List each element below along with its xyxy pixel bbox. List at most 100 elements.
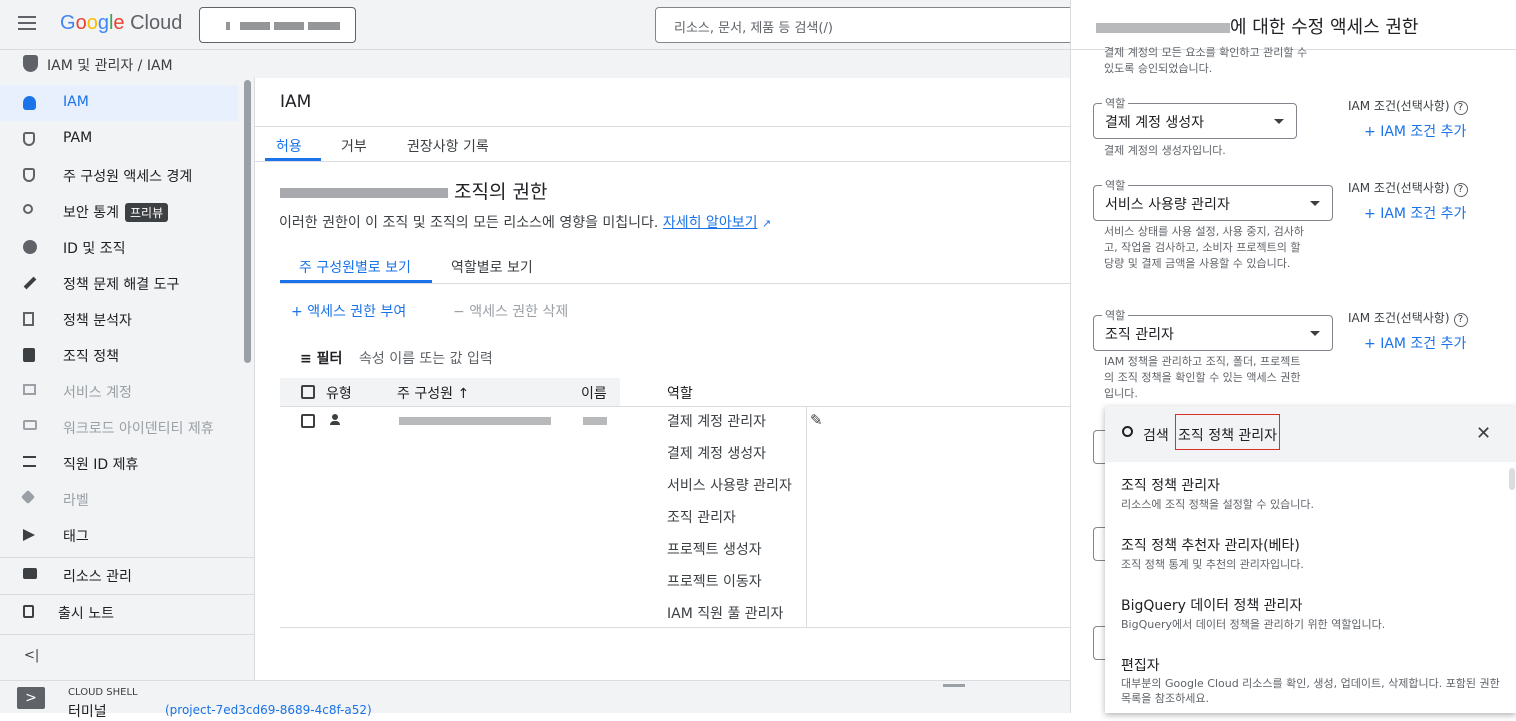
service-account-icon	[23, 384, 36, 395]
menu-icon[interactable]	[18, 16, 36, 30]
page-title: IAM	[280, 92, 312, 112]
help-icon[interactable]: ?	[1453, 313, 1468, 327]
search-input[interactable]: 리소스, 문서, 제품 등 검색(/)	[655, 7, 1095, 43]
remove-access-button[interactable]: − 액세스 권한 삭제	[453, 301, 568, 321]
role-cell: 조직 관리자	[667, 510, 736, 526]
project-picker[interactable]	[199, 7, 356, 43]
role-description: 결제 계정의 모든 요소를 확인하고 관리할 수 있도록 승인되었습니다.	[1104, 46, 1308, 75]
role-select-edge	[1093, 527, 1105, 561]
main-content: IAM 허용 거부 권장사항 기록 조직의 권한 이러한 권한이 이 조직 및 …	[255, 78, 1070, 680]
sidebar-item-workforce-identity[interactable]: 직원 ID 제휴	[0, 445, 238, 481]
role-description: 결제 계정의 생성자입니다.	[1104, 144, 1226, 157]
role-cell: 결제 계정 관리자	[667, 414, 767, 430]
sidebar-scrollbar[interactable]	[244, 80, 251, 363]
role-search-header: 검색 조직 정책 관리자 ✕	[1105, 406, 1516, 462]
role-search-input[interactable]: 조직 정책 관리자	[1175, 414, 1280, 450]
org-title: 조직의 권한	[280, 177, 548, 204]
sidebar-item-workload-identity[interactable]: 워크로드 아이덴티티 제휴	[0, 409, 238, 445]
badge-icon	[23, 420, 37, 430]
preview-badge: 프리뷰	[124, 203, 169, 222]
role-select[interactable]: 역할 결제 계정 생성자	[1093, 95, 1297, 139]
role-select-edge	[1093, 626, 1105, 660]
person-icon	[330, 414, 340, 426]
help-icon[interactable]: ?	[1453, 101, 1468, 115]
resize-handle[interactable]	[943, 684, 965, 687]
search-placeholder: 리소스, 문서, 제품 등 검색(/)	[674, 21, 833, 36]
role-cell: 프로젝트 이동자	[667, 574, 762, 590]
external-link-icon: ↗	[761, 217, 772, 230]
iam-condition-label: IAM 조건(선택사항)?	[1348, 179, 1468, 197]
sidebar-item-policy-troubleshooter[interactable]: 정책 문제 해결 도구	[0, 265, 238, 301]
article-icon	[23, 348, 35, 362]
role-select[interactable]: 역할 조직 관리자	[1093, 307, 1333, 351]
select-all-checkbox[interactable]	[301, 385, 315, 399]
sidebar-item-release-notes[interactable]: 출시 노트	[0, 594, 238, 630]
column-role[interactable]: 역할	[667, 383, 693, 403]
role-description: 서비스 상태를 사용 설정, 사용 중지, 검사하고, 작업을 검사하고, 소비…	[1104, 225, 1305, 270]
label-icon	[20, 489, 36, 505]
tab-view-by-role[interactable]: 역할별로 보기	[451, 257, 533, 277]
filter-label[interactable]: ≡ 필터	[300, 348, 342, 368]
breadcrumb-text[interactable]: IAM 및 관리자 / IAM	[47, 55, 173, 75]
row-checkbox[interactable]	[301, 414, 315, 428]
search-icon	[1122, 426, 1133, 437]
role-cell: 프로젝트 생성자	[667, 542, 762, 558]
sidebar-item-identity-org[interactable]: ID 및 조직	[0, 229, 238, 265]
tag-icon	[23, 529, 35, 541]
tab-deny[interactable]: 거부	[341, 136, 367, 156]
learn-more-link[interactable]: 자세히 알아보기	[663, 215, 758, 231]
column-name[interactable]: 이름	[581, 383, 607, 403]
document-search-icon	[23, 312, 34, 326]
tab-view-by-principal[interactable]: 주 구성원별로 보기	[299, 257, 411, 277]
divider	[0, 634, 254, 635]
google-cloud-logo[interactable]: Google Cloud	[60, 12, 182, 35]
redacted-name	[583, 417, 607, 425]
column-type[interactable]: 유형	[326, 383, 352, 403]
grant-access-button[interactable]: + 액세스 권한 부여	[291, 301, 406, 321]
person-add-icon	[23, 96, 36, 110]
shield-icon	[23, 132, 35, 146]
person-search-icon	[23, 204, 33, 214]
dropdown-arrow-icon	[1310, 331, 1320, 336]
help-icon[interactable]: ?	[1453, 183, 1468, 197]
divider	[280, 627, 1070, 628]
sidebar-item-labels[interactable]: 라벨	[0, 481, 238, 517]
sidebar-item-label: 보안 통계	[63, 205, 119, 221]
sidebar-item-security-insights[interactable]: 보안 통계 프리뷰	[0, 193, 238, 229]
add-iam-condition-button[interactable]: + IAM 조건 추가	[1364, 333, 1466, 353]
release-notes-icon	[23, 605, 34, 618]
edit-icon[interactable]: ✎	[810, 411, 823, 429]
sidebar-item-org-policies[interactable]: 조직 정책	[0, 337, 238, 373]
terminal-tab[interactable]: 터미널	[68, 701, 107, 721]
tab-allow[interactable]: 허용	[276, 136, 302, 156]
role-select-edge	[1093, 430, 1105, 464]
add-iam-condition-button[interactable]: + IAM 조건 추가	[1364, 203, 1466, 223]
sidebar-item-policy-analyzer[interactable]: 정책 분석자	[0, 301, 238, 337]
sidebar-item-tags[interactable]: 태그	[0, 517, 238, 553]
account-circle-icon	[23, 240, 37, 254]
role-search-dropdown: 검색 조직 정책 관리자 ✕ 조직 정책 관리자 리소스에 조직 정책을 설정할…	[1105, 406, 1516, 713]
sidebar-item-resource-manager[interactable]: 리소스 관리	[0, 557, 238, 593]
collapse-sidebar-icon[interactable]: <|	[24, 648, 39, 663]
redacted-principal	[1096, 23, 1230, 33]
iam-condition-label: IAM 조건(선택사항)?	[1348, 97, 1468, 115]
sidebar-item-iam[interactable]: IAM	[0, 85, 238, 121]
filter-input[interactable]: 속성 이름 또는 값 입력	[359, 348, 493, 368]
tab-recommendation-history[interactable]: 권장사항 기록	[407, 136, 489, 156]
terminal-icon[interactable]: >	[17, 687, 45, 709]
role-cell: 서비스 사용량 관리자	[667, 478, 792, 494]
column-principal[interactable]: 주 구성원 ↑	[397, 383, 469, 403]
shell-project-tab[interactable]: (project-7ed3cd69-8689-4c8f-a52)	[165, 703, 372, 717]
sidebar-item-principal-access-boundary[interactable]: 주 구성원 액세스 경계	[0, 157, 238, 193]
dropdown-scrollbar[interactable]	[1509, 468, 1515, 490]
dropdown-arrow-icon	[1310, 201, 1320, 206]
role-select[interactable]: 역할 서비스 사용량 관리자	[1093, 177, 1333, 221]
breadcrumb: IAM 및 관리자 / IAM	[0, 50, 1070, 78]
sidebar-item-service-accounts[interactable]: 서비스 계정	[0, 373, 238, 409]
add-iam-condition-button[interactable]: + IAM 조건 추가	[1364, 121, 1466, 141]
divider	[280, 406, 1070, 407]
close-icon[interactable]: ✕	[1476, 423, 1491, 444]
cloud-shell-bar: > CLOUD SHELL 터미널 (project-7ed3cd69-8689…	[0, 680, 1070, 720]
divider	[806, 407, 807, 627]
sidebar-item-pam[interactable]: PAM	[0, 121, 238, 157]
